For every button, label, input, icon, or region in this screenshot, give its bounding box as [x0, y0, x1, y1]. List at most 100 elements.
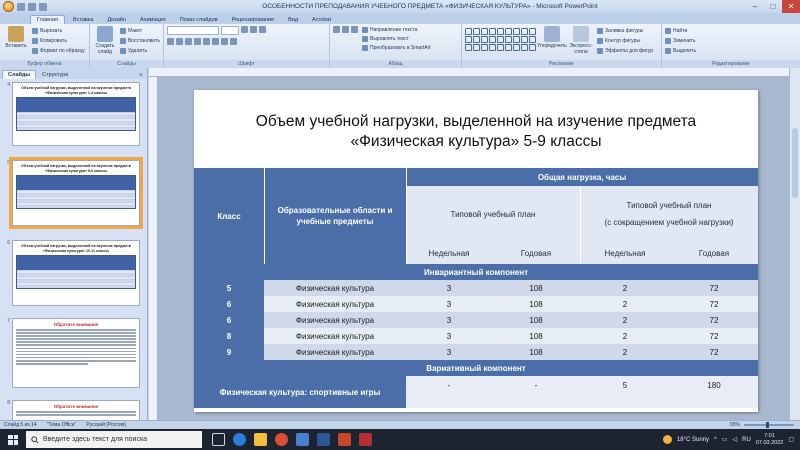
tab-home[interactable]: Главная [30, 15, 65, 24]
scrollbar-thumb[interactable] [792, 128, 798, 198]
new-slide-button[interactable]: Создать слайд [93, 26, 117, 60]
find-button[interactable]: Найти [665, 27, 696, 35]
tab-slideshow[interactable]: Показ слайдов [174, 16, 224, 24]
font-size-input[interactable] [221, 26, 239, 35]
strike-icon[interactable] [194, 38, 201, 45]
clock[interactable]: 7:01 07.03.2022 [756, 433, 784, 447]
numbering-icon[interactable] [342, 26, 349, 33]
header-total-load: Общая нагрузка, часы [406, 168, 758, 186]
shape-outline-button[interactable]: Контур фигуры [597, 37, 653, 45]
spacing-icon[interactable] [212, 38, 219, 45]
thumbnail-number: 5 [7, 160, 10, 166]
language-indicator[interactable]: Русский (Россия) [86, 422, 126, 428]
reset-label: Восстановить [127, 38, 160, 44]
thumbnail-slide-8[interactable]: 8 Обратите внимание [2, 400, 146, 420]
bold-icon[interactable] [167, 38, 174, 45]
quick-styles-button[interactable]: Экспресс-стили [568, 26, 594, 60]
format-painter-button[interactable]: Формат по образцу [32, 47, 85, 55]
shape-fill-button[interactable]: Заливка фигуры [597, 27, 653, 35]
paste-button[interactable]: Вставить [3, 26, 29, 60]
select-button[interactable]: Выделить [665, 47, 696, 55]
tab-insert[interactable]: Вставка [67, 16, 99, 24]
thumbnail-slide-5[interactable]: 5 Объем учебной нагрузки, выделенной на … [2, 157, 146, 229]
arrange-icon [544, 26, 560, 42]
chrome-icon[interactable] [275, 433, 288, 446]
tab-slides[interactable]: Слайды [2, 70, 37, 79]
tab-animation[interactable]: Анимация [134, 16, 172, 24]
underline-icon[interactable] [185, 38, 192, 45]
powerpoint-icon[interactable] [338, 433, 351, 446]
shrink-font-icon[interactable] [250, 26, 257, 33]
edge-icon[interactable] [233, 433, 246, 446]
shadow-icon[interactable] [203, 38, 210, 45]
delete-slide-button[interactable]: Удалить [119, 47, 160, 55]
status-bar: Слайд 5 из 14 "Тема Office" Русский (Рос… [0, 420, 800, 429]
close-button[interactable]: ✕ [782, 0, 800, 13]
clear-format-icon[interactable] [259, 26, 266, 33]
system-tray: 18°C Sunny ^ ▭ ◁ RU 7:01 07.03.2022 ▢ [662, 433, 800, 447]
reset-button[interactable]: Восстановить [119, 37, 160, 45]
replace-button[interactable]: Заменить [665, 37, 696, 45]
zoom-slider[interactable] [744, 422, 794, 428]
workload-table[interactable]: Класс Образовательные области и учебные … [194, 168, 758, 408]
word-icon[interactable] [317, 433, 330, 446]
grow-font-icon[interactable] [241, 26, 248, 33]
font-name-input[interactable] [167, 26, 219, 35]
row-typ-week: - [406, 376, 492, 408]
layout-icon [119, 28, 126, 34]
file-explorer-icon[interactable] [254, 433, 267, 446]
weather-text[interactable]: 18°C Sunny [677, 437, 709, 443]
tab-view[interactable]: Вид [282, 16, 304, 24]
arrange-button[interactable]: Упорядочить [537, 26, 567, 60]
reset-icon [119, 38, 126, 44]
copy-button[interactable]: Копировать [32, 37, 85, 45]
maximize-button[interactable]: □ [764, 0, 782, 13]
bullets-icon[interactable] [333, 26, 340, 33]
task-view-icon[interactable] [212, 433, 225, 446]
tab-outline[interactable]: Структура [37, 71, 73, 79]
italic-icon[interactable] [176, 38, 183, 45]
taskbar-search[interactable]: Введите здесь текст для поиска [26, 431, 202, 448]
start-button[interactable] [0, 429, 26, 450]
indent-icon[interactable] [351, 26, 358, 33]
volume-icon[interactable]: ◁ [733, 436, 738, 443]
input-language[interactable]: RU [742, 437, 751, 443]
shapes-gallery[interactable] [465, 26, 536, 60]
vertical-scrollbar[interactable] [789, 68, 800, 420]
text-direction-button[interactable]: Направление текста [362, 26, 431, 34]
align-text-button[interactable]: Выровнять текст [362, 35, 431, 43]
thumbnail-slide-6[interactable]: 6 Объем учебной нагрузки, выделенной на … [2, 240, 146, 306]
tab-review[interactable]: Рецензирование [226, 16, 280, 24]
new-slide-label: Создать слайд [95, 43, 115, 55]
store-icon[interactable] [296, 433, 309, 446]
font-color-icon[interactable] [230, 38, 237, 45]
row-red-week: 2 [580, 328, 670, 344]
minimize-button[interactable]: – [746, 0, 764, 13]
smartart-button[interactable]: Преобразовать в SmartArt [362, 44, 431, 52]
redo-icon[interactable] [39, 2, 47, 11]
thumbnail-slide-7[interactable]: 7 Обратите внимание [2, 318, 146, 388]
header-reduced-yearly: Годовая [670, 242, 758, 264]
undo-icon[interactable] [28, 2, 36, 11]
cut-button[interactable]: Вырезать [32, 27, 85, 35]
row-subject: Физическая культура [264, 312, 406, 328]
office-button[interactable] [3, 1, 14, 12]
tab-acrobat[interactable]: Acrobat [306, 16, 337, 24]
chevron-up-icon[interactable]: ^ [714, 437, 717, 443]
slide-title[interactable]: Объем учебной нагрузки, выделенной на из… [194, 112, 758, 152]
tab-design[interactable]: Дизайн [101, 16, 132, 24]
acrobat-icon[interactable] [359, 433, 372, 446]
format-painter-label: Формат по образцу [40, 48, 85, 54]
case-icon[interactable] [221, 38, 228, 45]
network-icon[interactable]: ▭ [722, 436, 728, 443]
slide-canvas[interactable]: Объем учебной нагрузки, выделенной на из… [194, 90, 758, 412]
zoom-slider-thumb[interactable] [766, 422, 769, 428]
thumbnail-slide-4[interactable]: 4 Объем учебной нагрузки, выделенной на … [2, 82, 146, 146]
shape-effects-button[interactable]: Эффекты для фигур [597, 47, 653, 55]
zoom-level[interactable]: 65% [730, 422, 740, 428]
panel-close-button[interactable]: × [139, 72, 143, 79]
save-icon[interactable] [17, 2, 25, 11]
layout-button[interactable]: Макет [119, 27, 160, 35]
binoculars-icon [665, 28, 671, 34]
notifications-icon[interactable]: ▢ [788, 436, 794, 443]
